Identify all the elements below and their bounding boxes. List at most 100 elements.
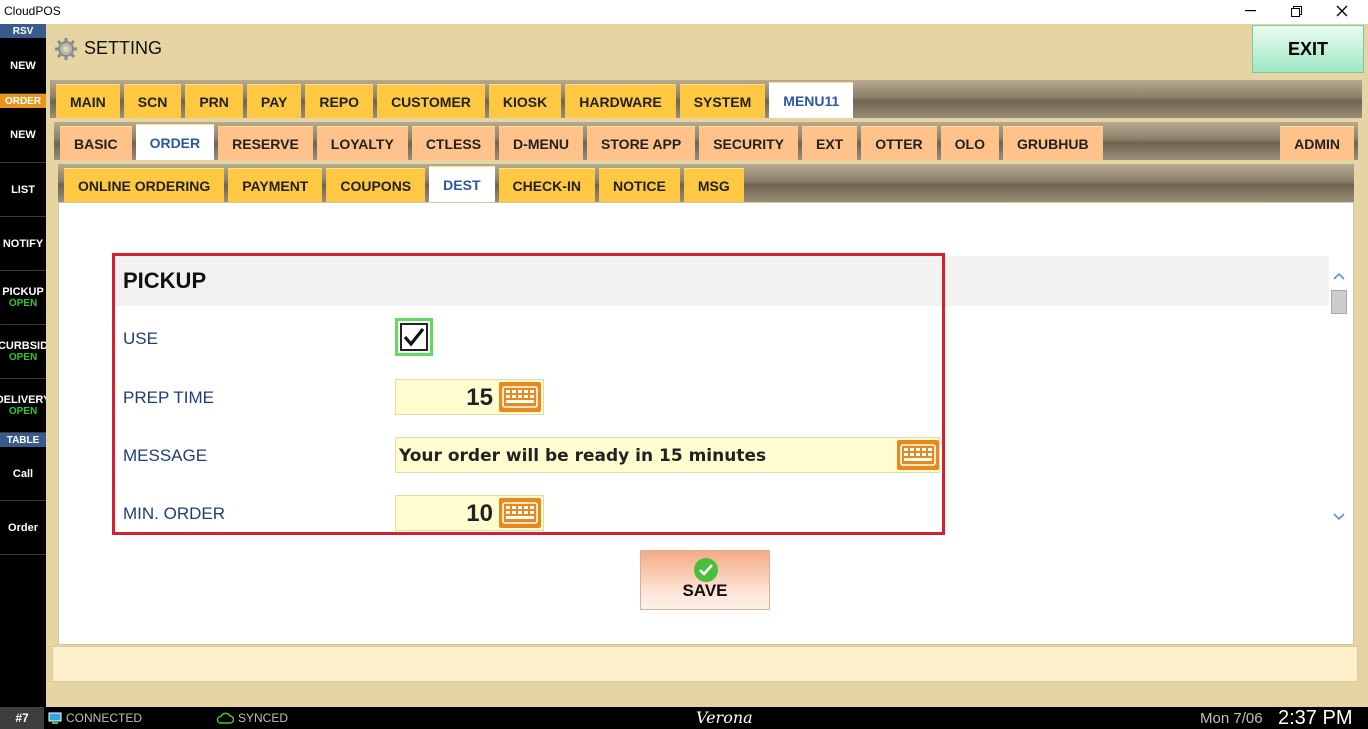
exit-button[interactable]: EXIT [1252, 25, 1364, 73]
tab-admin[interactable]: ADMIN [1280, 126, 1354, 160]
sidebar-item-table-order[interactable]: Order [0, 501, 46, 555]
tab-order[interactable]: ORDER [135, 124, 215, 160]
min-order-input[interactable]: 10 [395, 495, 544, 531]
pickup-section: PICKUP USE PREP TIME 15 MESSAGE Your ord… [112, 253, 945, 535]
minimize-icon[interactable] [1227, 0, 1273, 22]
tab-ext[interactable]: EXT [801, 126, 858, 160]
page-title: SETTING [84, 38, 163, 58]
sidebar-item-label: CURBSID [0, 340, 46, 352]
tab-dest[interactable]: DEST [429, 166, 495, 202]
sidebar-item-notify[interactable]: NOTIFY [0, 217, 46, 271]
tab-scn[interactable]: SCN [123, 84, 182, 118]
tab-prn[interactable]: PRN [185, 84, 243, 118]
date-display: Mon 7/06 [1200, 710, 1263, 727]
tab-main[interactable]: MAIN [56, 84, 120, 118]
status-bar: #7 CONNECTED SYNCED Verona Mon 7/06 2:37… [0, 707, 1368, 729]
tab-system[interactable]: SYSTEM [679, 84, 766, 118]
sidebar-item-label: NEW [10, 129, 36, 141]
tab-kiosk[interactable]: KIOSK [488, 84, 562, 118]
sidebar-item-curbside[interactable]: CURBSID OPEN [0, 325, 46, 379]
tab-pay[interactable]: PAY [246, 84, 302, 118]
scroll-up-icon[interactable] [1333, 271, 1345, 281]
tabs-level3: ONLINE ORDERING PAYMENT COUPONS DEST CHE… [58, 164, 1354, 202]
sidebar-item-list[interactable]: LIST [0, 163, 46, 217]
use-label: USE [123, 329, 158, 348]
sync-status: SYNCED [216, 711, 288, 725]
sidebar-item-label: Order [8, 521, 38, 534]
sidebar-item-status: OPEN [8, 406, 38, 417]
window-title: CloudPOS [4, 4, 61, 18]
station-number: #7 [0, 707, 44, 729]
message-input[interactable]: Your order will be ready in 15 minutes [395, 437, 940, 473]
tab-loyalty[interactable]: LOYALTY [316, 126, 408, 160]
prep-time-label: PREP TIME [123, 388, 215, 407]
tab-customer[interactable]: CUSTOMER [377, 84, 485, 118]
keyboard-icon[interactable] [897, 440, 939, 470]
tab-check-in[interactable]: CHECK-IN [498, 168, 595, 202]
use-checkbox[interactable] [395, 318, 433, 356]
tab-otter[interactable]: OTTER [861, 126, 937, 160]
sidebar-item-call[interactable]: Call [0, 447, 46, 501]
connection-label: CONNECTED [66, 711, 143, 725]
sidebar-item-rsv-new[interactable]: NEW [0, 38, 46, 94]
store-name: Verona [696, 708, 753, 727]
content-footer-strip [52, 646, 1358, 682]
sidebar-item-status: OPEN [8, 298, 38, 309]
tab-d-menu[interactable]: D-MENU [499, 126, 584, 160]
window-titlebar: CloudPOS [0, 0, 1368, 24]
sidebar-item-label: NOTIFY [2, 237, 44, 250]
sidebar-item-label: DELIVERY [0, 394, 46, 406]
sidebar: RSV NEW ORDER NEW LIST NOTIFY PICKUP OPE… [0, 24, 46, 707]
tab-olo[interactable]: OLO [940, 126, 1000, 160]
scroll-thumb[interactable] [1331, 290, 1347, 314]
cloud-icon [216, 712, 234, 724]
section-header-bg [943, 256, 1329, 306]
sidebar-item-label: PICKUP [2, 286, 44, 298]
tabs-level1: MAIN SCN PRN PAY REPO CUSTOMER KIOSK HAR… [50, 80, 1362, 118]
tab-notice[interactable]: NOTICE [598, 168, 680, 202]
close-icon[interactable] [1319, 0, 1365, 22]
tab-reserve[interactable]: RESERVE [218, 126, 313, 160]
min-order-label: MIN. ORDER [123, 504, 225, 523]
restore-icon[interactable] [1273, 0, 1319, 22]
message-label: MESSAGE [123, 446, 208, 465]
pickup-header: PICKUP [115, 256, 942, 306]
keyboard-icon[interactable] [499, 382, 541, 412]
vertical-scrollbar[interactable] [1330, 268, 1348, 536]
keyboard-icon[interactable] [499, 498, 541, 528]
tab-hardware[interactable]: HARDWARE [565, 84, 676, 118]
sync-label: SYNCED [238, 711, 289, 725]
gear-icon [55, 38, 77, 60]
check-circle-icon [694, 558, 718, 582]
min-order-value: 10 [466, 500, 493, 527]
tab-grubhub[interactable]: GRUBHUB [1003, 126, 1103, 160]
connection-status: CONNECTED [48, 711, 142, 725]
sidebar-item-pickup[interactable]: PICKUP OPEN [0, 271, 46, 325]
computer-icon [48, 712, 62, 724]
settings-header: SETTING EXIT [46, 24, 1368, 76]
tab-ctless[interactable]: CTLESS [411, 126, 496, 160]
prep-time-value: 15 [466, 384, 493, 411]
section-title: PICKUP [123, 268, 207, 293]
save-button[interactable]: SAVE [640, 550, 770, 610]
tab-store-app[interactable]: STORE APP [587, 126, 696, 160]
save-label: SAVE [682, 581, 728, 600]
tab-security[interactable]: SECURITY [699, 126, 798, 160]
prep-time-input[interactable]: 15 [395, 379, 544, 415]
tab-menu11[interactable]: MENU11 [769, 82, 854, 118]
sidebar-header-rsv: RSV [0, 24, 46, 38]
sidebar-item-label: Call [12, 467, 34, 480]
sidebar-item-label: LIST [11, 183, 35, 196]
tabs-level2: BASIC ORDER RESERVE LOYALTY CTLESS D-MEN… [54, 122, 1358, 160]
tab-online-ordering[interactable]: ONLINE ORDERING [64, 168, 225, 202]
tab-payment[interactable]: PAYMENT [228, 168, 323, 202]
sidebar-header-table: TABLE [0, 433, 46, 447]
scroll-down-icon[interactable] [1333, 512, 1345, 522]
sidebar-item-status: OPEN [8, 352, 38, 363]
tab-basic[interactable]: BASIC [60, 126, 132, 160]
sidebar-item-order-new[interactable]: NEW [0, 108, 46, 163]
tab-repo[interactable]: REPO [305, 84, 374, 118]
sidebar-item-delivery[interactable]: DELIVERY OPEN [0, 379, 46, 433]
tab-coupons[interactable]: COUPONS [326, 168, 426, 202]
tab-msg[interactable]: MSG [683, 168, 744, 202]
